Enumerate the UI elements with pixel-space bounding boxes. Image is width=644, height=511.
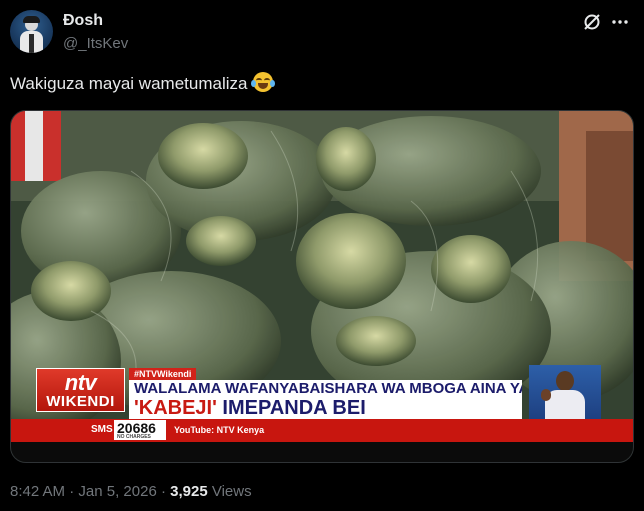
hashtag-tag: #NTVWikendi: [129, 368, 197, 380]
tweet-time[interactable]: 8:42 AM: [10, 483, 65, 500]
bottom-bar: [11, 442, 633, 462]
grok-icon[interactable]: [582, 12, 602, 32]
more-icon[interactable]: [609, 12, 631, 32]
sms-number-box: 20686 NO CHARGES: [114, 420, 166, 440]
avatar[interactable]: [10, 10, 53, 53]
sign-language-interpreter: [529, 365, 601, 421]
views-label: Views: [207, 483, 252, 500]
tweet-date[interactable]: Jan 5, 2026: [78, 483, 156, 500]
headline-part1: 'KABEJI': [134, 397, 217, 419]
headline-part2: IMEPANDA BEI: [216, 397, 366, 419]
avatar-strip: [29, 34, 34, 53]
news-subheadline: WALALAMA WAFANYABAISHARA WA MBOGA AINA Y…: [129, 380, 522, 397]
tweet-text: Wakiguza mayai wametumaliza: [10, 72, 276, 94]
logo-wikendi-text: WIKENDI: [46, 393, 115, 410]
views-count: 3,925: [170, 483, 208, 500]
author-name[interactable]: Đosh: [63, 12, 103, 30]
meta-separator: ·: [65, 483, 79, 500]
sms-label: SMS: [91, 424, 113, 435]
interpreter-head: [556, 371, 574, 391]
sms-note: NO CHARGES: [117, 434, 151, 440]
tweet-meta: 8:42 AM · Jan 5, 2026 · 3,925 Views: [10, 483, 252, 500]
youtube-label: YouTube: NTV Kenya: [174, 425, 265, 435]
author-handle[interactable]: @_ItsKev: [63, 35, 128, 52]
meta-separator: ·: [156, 483, 171, 500]
avatar-cap: [23, 16, 40, 23]
ntv-wikendi-logo: ntv WIKENDI: [36, 368, 125, 412]
news-headline: 'KABEJI' IMEPANDA BEI: [129, 397, 522, 419]
interpreter-hand: [541, 389, 551, 401]
post: Đosh @_ItsKev Wakiguza mayai wametumaliz…: [0, 0, 644, 511]
tweet-text-content: Wakiguza mayai wametumaliza: [10, 74, 248, 93]
interpreter-body: [545, 390, 585, 421]
laughing-tears-emoji-icon: [251, 72, 276, 92]
tweet-media-video[interactable]: ntv WIKENDI #NTVWikendi WALALAMA WAFANYA…: [10, 110, 634, 463]
